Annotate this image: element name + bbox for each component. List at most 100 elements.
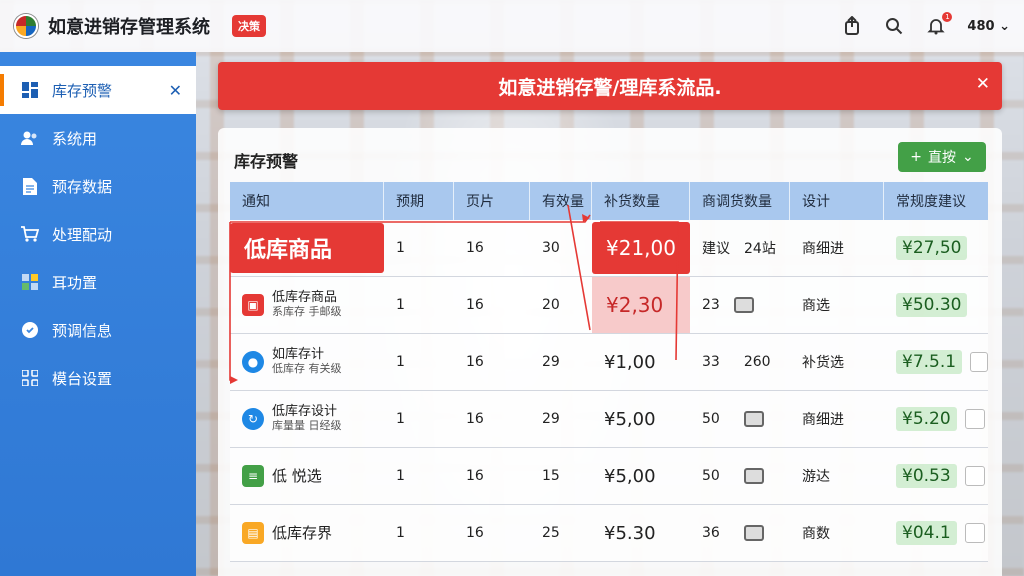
sidebar-item-info[interactable]: 预调信息 [0, 306, 196, 354]
column-header[interactable]: 常规度建议 [884, 182, 988, 220]
card-title: 库存预警 [234, 152, 299, 171]
table-cell: 16 [466, 297, 484, 313]
inventory-table: 通知 预期 页片 有效量 补货数量 商调货数量 设计 常规度建议 低库商品 1 … [230, 182, 988, 562]
sidebar-item-label: 预调信息 [52, 321, 113, 340]
table-cell: 260 [743, 354, 771, 370]
bell-icon[interactable]: 1 [925, 12, 953, 37]
alert-text: 如意进销存警/理库系流品. [498, 76, 722, 99]
table-cell: 16 [466, 411, 484, 427]
title-badge: 决策 [232, 15, 266, 37]
table-row[interactable]: ▤ 低库存界 1 16 25 ¥5.30 36 商数 ¥04.1 [230, 505, 988, 562]
table-cell: 补货选 [802, 355, 844, 371]
table-cell: 1 [396, 411, 405, 427]
table-row[interactable]: 低库商品 1 16 30 ¥21,00 建议 24站 商细进 ¥27,50 [230, 220, 988, 277]
sidebar-item-settings[interactable]: 耳功置 [0, 258, 196, 306]
product-sub: 系库存 手邮级 [272, 305, 342, 318]
table-header: 通知 预期 页片 有效量 补货数量 商调货数量 设计 常规度建议 [230, 182, 988, 220]
cart-icon [20, 224, 40, 244]
column-header[interactable]: 补货数量 [592, 182, 690, 220]
table-cell: 16 [466, 468, 484, 484]
app-title: 如意进销存管理系统 [48, 17, 210, 38]
column-header[interactable]: 通知 [230, 182, 384, 220]
monitor-icon [743, 525, 764, 541]
clipboard-icon: ▤ [242, 522, 264, 544]
user-menu[interactable]: 480 ⌄ [967, 19, 1010, 34]
price-cell: ¥5,00 [604, 465, 656, 487]
table-cell: 建议 [702, 241, 730, 257]
row-checkbox[interactable] [970, 352, 988, 372]
row-checkbox[interactable] [964, 523, 985, 543]
table-cell: 游达 [802, 469, 830, 485]
sidebar-item-inventory-alert[interactable]: 库存预警 ✕ [0, 66, 196, 114]
table-cell: 50 [702, 411, 720, 427]
table-cell: 商选 [802, 298, 830, 314]
sidebar-item-platform[interactable]: 模台设置 [0, 354, 196, 402]
product-name: 低库存商品 [272, 290, 338, 305]
table-cell: 1 [396, 468, 405, 484]
sidebar-item-label: 处理配动 [52, 225, 113, 244]
table-cell: 30 [542, 240, 560, 256]
product-name: 低库存界 [272, 524, 333, 542]
chevron-down-icon: ⌄ [999, 18, 1010, 34]
action-button[interactable]: + 直按 ⌄ [898, 142, 986, 172]
column-header[interactable]: 有效量 [530, 182, 592, 220]
price-cell: ¥5.30 [604, 522, 656, 544]
column-header[interactable]: 设计 [790, 182, 884, 220]
sidebar-item-label: 耳功置 [52, 273, 98, 292]
suggestion-value: ¥7.5.1 [896, 350, 963, 374]
document-icon [20, 176, 40, 196]
table-cell: 1 [396, 354, 405, 370]
sidebar: 库存预警 ✕ 系统用 预存数据 处理配动 耳功置 预调信息 模台设置 [0, 52, 196, 576]
price-cell: ¥21,00 [592, 222, 690, 274]
dashboard-icon [20, 80, 40, 100]
column-header[interactable]: 商调货数量 [690, 182, 790, 220]
inventory-alert-card: 库存预警 + 直按 ⌄ 通知 预期 页片 有效量 补货数量 商调货数量 设计 常… [218, 128, 1002, 576]
product-name: 低 悦选 [272, 467, 322, 485]
row-checkbox[interactable] [964, 466, 985, 486]
chevron-down-icon: ⌄ [962, 149, 974, 165]
users-icon [20, 128, 40, 148]
app-logo-icon [14, 14, 38, 38]
table-row[interactable]: ↻ 低库存设计 库量量 日经级 1 16 29 ¥5,00 50 商细进 ¥5.… [230, 391, 988, 448]
table-cell: 29 [542, 411, 560, 427]
table-cell: 36 [702, 525, 720, 541]
refresh-icon: ↻ [242, 408, 264, 430]
table-cell: 商细进 [802, 412, 844, 428]
box-icon: ▣ [242, 294, 264, 316]
sidebar-item-users[interactable]: 系统用 [0, 114, 196, 162]
info-icon [20, 320, 40, 340]
table-cell: 16 [466, 240, 484, 256]
sidebar-item-orders[interactable]: 处理配动 [0, 210, 196, 258]
table-cell: 商数 [802, 526, 830, 542]
share-icon[interactable] [841, 15, 863, 37]
sidebar-item-label: 模台设置 [52, 369, 113, 388]
product-name: 低库存设计 [272, 404, 338, 419]
table-cell: 16 [466, 354, 484, 370]
user-label: 480 [967, 18, 995, 34]
close-icon[interactable]: ✕ [169, 81, 182, 100]
table-cell: 1 [396, 297, 405, 313]
notification-count: 1 [942, 12, 953, 22]
product-sub: 库量量 日经级 [272, 419, 342, 432]
table-row[interactable]: ▣ 低库存商品 系库存 手邮级 1 16 20 ¥2,30 23 商选 ¥50.… [230, 277, 988, 334]
row-checkbox[interactable] [964, 409, 985, 429]
column-header[interactable]: 预期 [384, 182, 454, 220]
table-cell: 15 [542, 468, 560, 484]
top-actions: 1 480 ⌄ [841, 12, 1010, 37]
clipboard-icon: ≡ [242, 465, 264, 487]
price-cell: ¥5,00 [604, 408, 656, 430]
column-header[interactable]: 页片 [454, 182, 530, 220]
close-icon[interactable]: ✕ [976, 74, 990, 94]
product-name: 如库存计 [272, 347, 325, 362]
suggestion-value: ¥0.53 [896, 464, 957, 488]
search-icon[interactable] [883, 15, 905, 37]
avatar-icon: ● [242, 351, 264, 373]
table-row[interactable]: ● 如库存计 低库存 有关级 1 16 29 ¥1,00 33 260 补货选 … [230, 334, 988, 391]
table-row[interactable]: ≡ 低 悦选 1 16 15 ¥5,00 50 游达 ¥0.53 [230, 448, 988, 505]
top-bar: 如意进销存管理系统 决策 1 480 ⌄ [0, 0, 1024, 52]
monitor-icon [743, 411, 764, 427]
suggestion-value: ¥27,50 [896, 236, 968, 260]
table-cell: 25 [542, 525, 560, 541]
sidebar-item-data[interactable]: 预存数据 [0, 162, 196, 210]
table-cell: 33 [702, 354, 720, 370]
